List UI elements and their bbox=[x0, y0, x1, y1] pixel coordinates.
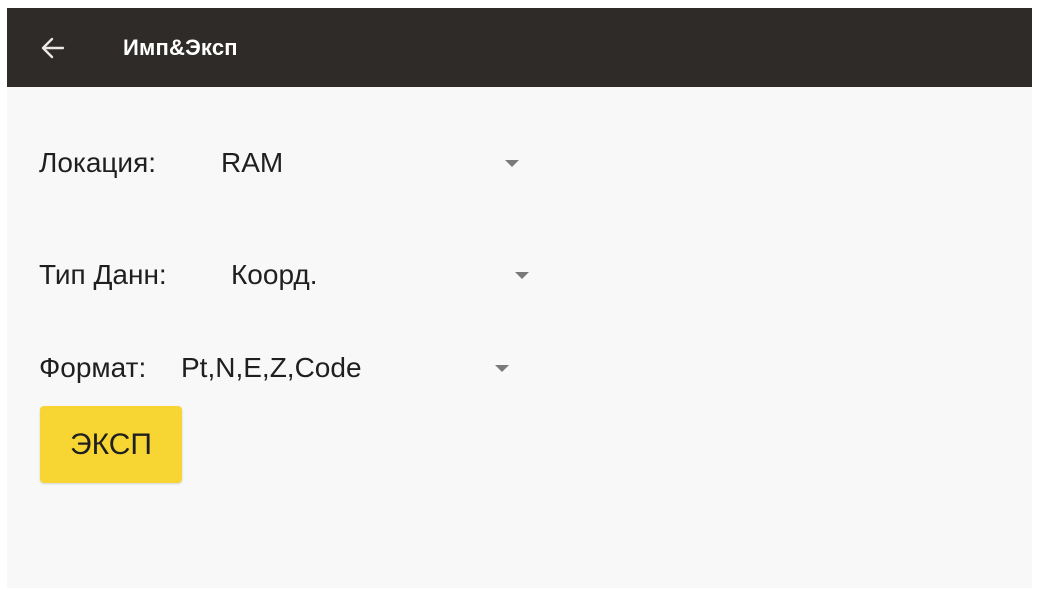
location-value: RAM bbox=[221, 147, 284, 178]
screen: Имп&Эксп Локация: RAM Тип Данн: Коорд. Ф… bbox=[7, 8, 1032, 588]
format-row: Формат: bbox=[39, 344, 146, 392]
data-type-label: Тип Данн: bbox=[39, 259, 167, 290]
page-title: Имп&Эксп bbox=[123, 35, 238, 60]
app-bar: Имп&Эксп bbox=[7, 8, 1032, 87]
location-label: Локация: bbox=[39, 147, 157, 178]
back-button[interactable] bbox=[35, 30, 71, 66]
format-label: Формат: bbox=[39, 352, 147, 383]
dropdown-caret-icon bbox=[505, 160, 519, 167]
location-dropdown[interactable]: RAM bbox=[221, 139, 531, 187]
format-value: Pt,N,E,Z,Code bbox=[181, 352, 362, 383]
data-type-row: Тип Данн: bbox=[39, 251, 167, 299]
data-type-value: Коорд. bbox=[231, 259, 318, 290]
location-row: Локация: bbox=[39, 139, 156, 187]
arrow-left-icon bbox=[41, 37, 65, 59]
dropdown-caret-icon bbox=[515, 272, 529, 279]
data-type-dropdown[interactable]: Коорд. bbox=[231, 251, 541, 299]
export-button[interactable]: ЭКСП bbox=[40, 406, 182, 483]
format-dropdown[interactable]: Pt,N,E,Z,Code bbox=[181, 344, 521, 392]
dropdown-caret-icon bbox=[495, 365, 509, 372]
